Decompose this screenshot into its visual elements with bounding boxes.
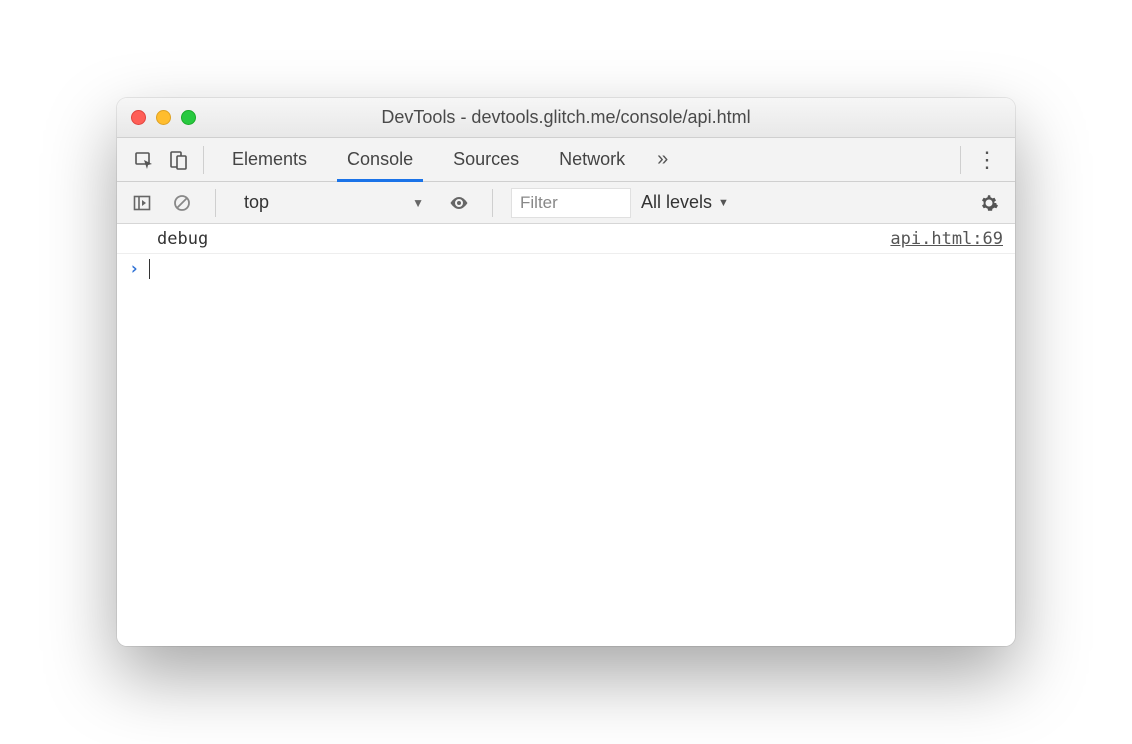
devtools-window: DevTools - devtools.glitch.me/console/ap… <box>117 98 1015 646</box>
settings-menu-button[interactable]: ⋮ <box>969 147 1005 173</box>
device-toolbar-icon[interactable] <box>161 138 195 181</box>
tab-label: Elements <box>232 149 307 170</box>
inspect-element-icon[interactable] <box>127 138 161 181</box>
tab-network[interactable]: Network <box>539 138 645 181</box>
divider <box>215 189 216 217</box>
console-output: debug api.html:69 › <box>117 224 1015 646</box>
tab-label: Network <box>559 149 625 170</box>
console-prompt[interactable]: › <box>117 254 1015 284</box>
toggle-drawer-icon[interactable] <box>127 194 157 212</box>
text-caret <box>149 259 150 279</box>
console-settings-icon[interactable] <box>973 193 1005 213</box>
live-expression-icon[interactable] <box>444 195 474 211</box>
zoom-window-button[interactable] <box>181 110 196 125</box>
prompt-chevron-icon: › <box>129 259 139 279</box>
filter-input[interactable]: Filter <box>511 188 631 218</box>
more-tabs-button[interactable]: » <box>645 148 680 171</box>
divider <box>492 189 493 217</box>
execution-context-select[interactable]: top ▼ <box>234 187 434 219</box>
console-message-text: debug <box>157 229 208 249</box>
tab-label: Console <box>347 149 413 170</box>
divider <box>203 146 204 174</box>
tab-sources[interactable]: Sources <box>433 138 539 181</box>
console-toolbar: top ▼ Filter All levels ▼ <box>117 182 1015 224</box>
levels-label: All levels <box>641 192 712 213</box>
console-message-row: debug api.html:69 <box>117 224 1015 254</box>
chevron-down-icon: ▼ <box>718 197 729 209</box>
tab-label: Sources <box>453 149 519 170</box>
main-tabs: Elements Console Sources Network <box>212 138 645 181</box>
divider <box>960 146 961 174</box>
window-title: DevTools - devtools.glitch.me/console/ap… <box>117 107 1015 128</box>
context-label: top <box>244 192 269 213</box>
log-levels-select[interactable]: All levels ▼ <box>641 192 729 213</box>
console-message-source-link[interactable]: api.html:69 <box>890 229 1003 249</box>
filter-placeholder: Filter <box>520 193 558 213</box>
tab-elements[interactable]: Elements <box>212 138 327 181</box>
minimize-window-button[interactable] <box>156 110 171 125</box>
chevron-down-icon: ▼ <box>412 196 424 210</box>
main-tabs-row: Elements Console Sources Network » ⋮ <box>117 138 1015 182</box>
titlebar: DevTools - devtools.glitch.me/console/ap… <box>117 98 1015 138</box>
clear-console-icon[interactable] <box>167 194 197 212</box>
window-controls <box>131 110 196 125</box>
close-window-button[interactable] <box>131 110 146 125</box>
tab-console[interactable]: Console <box>327 138 433 181</box>
